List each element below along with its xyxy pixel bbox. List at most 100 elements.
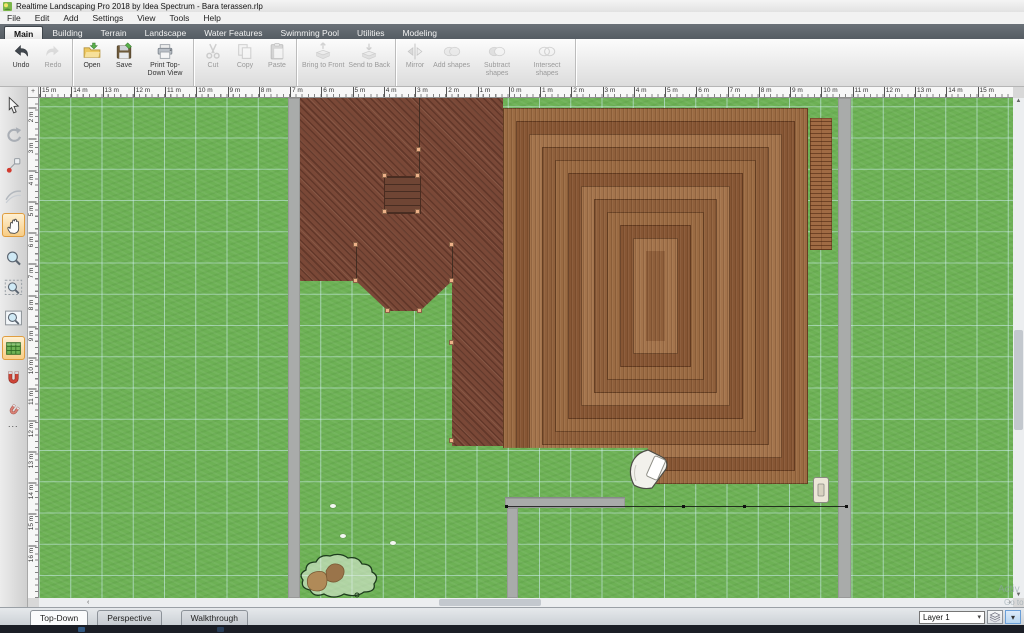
mirror-button[interactable]: Mirror <box>399 40 431 85</box>
measure-node[interactable] <box>845 505 848 508</box>
taskbar-app-icon[interactable] <box>78 627 85 632</box>
menu-view[interactable]: View <box>130 13 162 23</box>
selection-handle[interactable] <box>382 209 387 214</box>
layer-select[interactable]: Layer 1 ▾ <box>919 611 985 624</box>
brick-strip[interactable] <box>810 118 832 250</box>
ribbon-tab-terrain[interactable]: Terrain <box>92 26 136 39</box>
zoom-tool[interactable] <box>2 246 25 270</box>
zoom-window-tool[interactable] <box>2 306 25 330</box>
horizontal-scrollbar[interactable]: ‹ › <box>39 598 1013 607</box>
view-tab-perspective[interactable]: Perspective <box>97 610 161 626</box>
cut-button[interactable]: Cut <box>197 40 229 85</box>
subtract-shapes-button[interactable]: Subtract shapes <box>472 40 522 85</box>
windows-taskbar[interactable] <box>0 625 1024 633</box>
print-top-down-view-button[interactable]: Print Top-Down View <box>140 40 190 85</box>
ruler-label: 12 m <box>136 87 150 94</box>
taskbar-app-icon[interactable] <box>217 627 224 632</box>
snap-tool[interactable] <box>2 366 25 390</box>
save-button[interactable]: Save <box>108 40 140 85</box>
selection-handle[interactable] <box>449 438 454 443</box>
ruler-label: 15 m <box>28 513 38 533</box>
vertical-scrollbar[interactable]: ▲ ▼ <box>1013 98 1024 598</box>
menu-settings[interactable]: Settings <box>85 13 130 23</box>
ribbon-tab-modeling[interactable]: Modeling <box>393 26 446 39</box>
bring-to-front-button[interactable]: Bring to Front <box>300 40 346 85</box>
selection-handle[interactable] <box>353 278 358 283</box>
palette-overflow[interactable]: ... <box>8 419 19 429</box>
measure-line[interactable] <box>505 506 848 507</box>
selection-handle[interactable] <box>385 308 390 313</box>
measure-node[interactable] <box>743 505 746 508</box>
menu-tools[interactable]: Tools <box>162 13 196 23</box>
menu-help[interactable]: Help <box>196 13 227 23</box>
ribbon-tab-building[interactable]: Building <box>43 26 91 39</box>
grid-snap-tool[interactable] <box>2 336 25 360</box>
layer-dropdown-button[interactable]: ▾ <box>1005 610 1021 624</box>
lawn-object[interactable] <box>390 541 396 545</box>
measure-node[interactable] <box>682 505 685 508</box>
edit-points-tool[interactable] <box>2 153 25 177</box>
ruler-label: 6 m <box>323 87 334 94</box>
view-tab-top-down[interactable]: Top-Down <box>30 610 88 626</box>
lounge-chair[interactable] <box>628 447 672 489</box>
undo-button[interactable]: Undo <box>5 40 37 85</box>
scroll-up-icon[interactable]: ▲ <box>1013 98 1024 104</box>
layers-button[interactable] <box>987 610 1003 624</box>
sidewalk-vertical[interactable] <box>507 508 518 598</box>
ruler-label: 8 m <box>261 87 272 94</box>
concrete-path-left[interactable] <box>288 98 300 598</box>
vertical-scroll-thumb[interactable] <box>1014 330 1023 430</box>
wood-deck[interactable] <box>300 98 503 446</box>
ribbon-tab-utilities[interactable]: Utilities <box>348 26 393 39</box>
ruler-label: 3 m <box>605 87 616 94</box>
measure-node[interactable] <box>505 505 508 508</box>
selection-handle[interactable] <box>415 173 420 178</box>
lawn-object[interactable] <box>340 534 346 538</box>
redo-button[interactable]: Redo <box>37 40 69 85</box>
concrete-path-right[interactable] <box>838 98 851 598</box>
menu-edit[interactable]: Edit <box>28 13 57 23</box>
pan-tool[interactable] <box>2 213 25 237</box>
copy-button[interactable]: Copy <box>229 40 261 85</box>
application-window: Realtime Landscaping Pro 2018 by Idea Sp… <box>0 0 1024 633</box>
selection-handle[interactable] <box>417 308 422 313</box>
scroll-left-icon[interactable]: ‹ <box>87 598 89 607</box>
selection-handle[interactable] <box>353 242 358 247</box>
garden-bush[interactable] <box>296 550 384 598</box>
ruler-vertical: 2 m3 m4 m5 m6 m7 m8 m9 m10 m11 m12 m13 m… <box>28 98 39 598</box>
intersect-shapes-button[interactable]: Intersect shapes <box>522 40 572 85</box>
curve-tool[interactable] <box>2 183 25 207</box>
ruler-label: 1 m <box>542 87 553 94</box>
toolbar-button-label: Open <box>83 62 100 70</box>
ruler-label: 14 m <box>73 87 87 94</box>
ribbon-tab-main[interactable]: Main <box>4 26 43 39</box>
ruler-label: 8 m <box>28 295 38 315</box>
send-to-back-button[interactable]: Send to Back <box>346 40 392 85</box>
menu-file[interactable]: File <box>0 13 28 23</box>
horizontal-scroll-thumb[interactable] <box>439 599 541 606</box>
design-canvas[interactable] <box>39 98 1013 598</box>
view-tab-walkthrough[interactable]: Walkthrough <box>181 610 248 626</box>
ribbon-tab-landscape[interactable]: Landscape <box>136 26 196 39</box>
selection-handle[interactable] <box>416 147 421 152</box>
ribbon-tab-water-features[interactable]: Water Features <box>195 26 271 39</box>
paste-button[interactable]: Paste <box>261 40 293 85</box>
brick-patio[interactable] <box>503 108 808 484</box>
garden-bench[interactable] <box>813 477 829 503</box>
selection-handle[interactable] <box>382 173 387 178</box>
add-shapes-button[interactable]: Add shapes <box>431 40 472 85</box>
select-tool[interactable] <box>2 93 25 117</box>
lawn-object[interactable] <box>330 504 336 508</box>
rotate-tool[interactable] <box>2 123 25 147</box>
selection-handle[interactable] <box>449 278 454 283</box>
open-button[interactable]: Open <box>76 40 108 85</box>
selection-handle[interactable] <box>449 242 454 247</box>
menu-add[interactable]: Add <box>56 13 85 23</box>
redo-icon <box>43 42 63 61</box>
toolbar-group: Open SavePrint Top-Down View <box>73 39 194 86</box>
selection-handle[interactable] <box>449 340 454 345</box>
ribbon-tab-swimming-pool[interactable]: Swimming Pool <box>271 26 348 39</box>
zoom-region-tool[interactable] <box>2 276 25 300</box>
selection-handle[interactable] <box>415 209 420 214</box>
toolbar-group: CutCopyPaste <box>194 39 297 86</box>
